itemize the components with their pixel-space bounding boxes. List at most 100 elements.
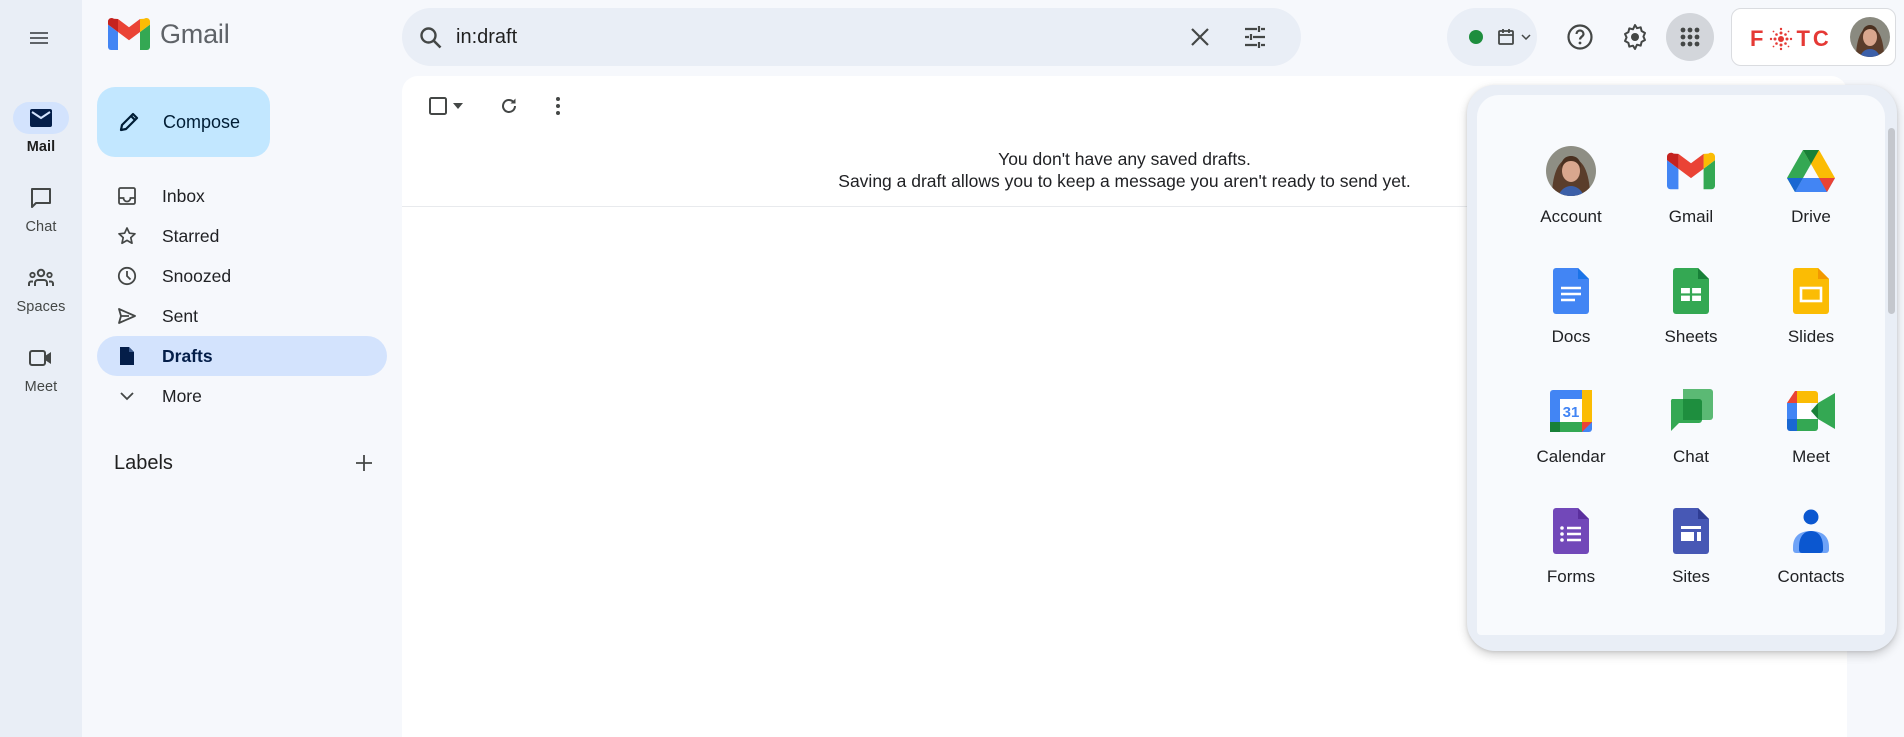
gmail-m-icon — [108, 18, 150, 50]
account-switcher[interactable]: F TC — [1731, 8, 1896, 66]
app-rail: Mail Chat Spaces Meet — [0, 0, 82, 737]
rail-item-chat[interactable]: Chat — [0, 182, 82, 235]
app-drive[interactable]: Drive — [1756, 145, 1866, 245]
help-icon — [1567, 24, 1593, 50]
launcher-grid: Account Gmail Drive Docs Sheets Slides 3… — [1477, 95, 1885, 635]
chevron-down-icon — [1521, 34, 1531, 40]
rail-label: Meet — [24, 379, 58, 395]
mail-icon — [30, 109, 52, 127]
refresh-button[interactable] — [491, 88, 527, 124]
more-vert-icon — [556, 97, 560, 115]
contacts-icon — [1793, 509, 1829, 553]
caret-down-icon — [453, 103, 463, 109]
meet-icon — [29, 350, 51, 366]
inbox-icon — [118, 187, 136, 205]
filter-tune-icon[interactable] — [1242, 24, 1268, 50]
status-dot-icon — [1469, 30, 1483, 44]
meet-app-icon — [1787, 391, 1835, 431]
nav-item-more[interactable]: More — [97, 376, 387, 416]
app-label: Meet — [1792, 447, 1830, 466]
select-dropdown-button[interactable] — [446, 88, 470, 124]
drive-icon — [1787, 150, 1835, 192]
forms-icon — [1553, 508, 1589, 554]
clock-icon — [117, 266, 137, 286]
rail-label: Chat — [25, 219, 57, 235]
google-apps-launcher: Account Gmail Drive Docs Sheets Slides 3… — [1467, 85, 1897, 651]
plus-icon — [356, 455, 372, 471]
org-logo-text-left: F — [1750, 26, 1767, 51]
nav-label: Drafts — [162, 345, 213, 366]
rail-label: Mail — [26, 139, 56, 155]
user-avatar-icon — [1850, 17, 1890, 57]
app-chat[interactable]: Chat — [1636, 385, 1746, 485]
org-logo-text-right: TC — [1796, 26, 1832, 51]
draft-icon — [120, 347, 134, 365]
apps-grid-icon — [1680, 27, 1700, 47]
chevron-down-icon — [120, 392, 134, 401]
slides-icon — [1793, 268, 1829, 314]
labels-heading: Labels — [114, 452, 173, 474]
nav-label: Inbox — [162, 185, 205, 206]
rail-item-spaces[interactable]: Spaces — [0, 262, 82, 315]
status-pill[interactable] — [1447, 8, 1537, 66]
org-logo: F TC — [1750, 26, 1832, 52]
app-label: Slides — [1787, 327, 1835, 346]
app-label: Sheets — [1664, 327, 1718, 346]
avatar[interactable] — [1850, 17, 1890, 57]
org-logo-dots-icon — [1770, 27, 1793, 51]
help-button[interactable] — [1556, 13, 1604, 61]
app-name: Gmail — [160, 18, 230, 49]
app-forms[interactable]: Forms — [1516, 505, 1626, 605]
app-calendar[interactable]: 31 Calendar — [1516, 385, 1626, 485]
compose-label: Compose — [163, 111, 241, 132]
search-bar — [402, 8, 1301, 66]
app-label: Gmail — [1668, 207, 1714, 226]
gmail-logo[interactable]: Gmail — [108, 18, 230, 50]
chat-icon — [31, 188, 51, 208]
nav-item-inbox[interactable]: Inbox — [97, 176, 387, 216]
create-label-button[interactable] — [352, 451, 376, 475]
calendar-icon — [1498, 29, 1514, 45]
app-label: Sites — [1672, 567, 1710, 586]
more-options-button[interactable] — [540, 88, 576, 124]
app-meet[interactable]: Meet — [1756, 385, 1866, 485]
nav-item-drafts[interactable]: Drafts — [97, 336, 387, 376]
app-label: Forms — [1546, 567, 1596, 586]
nav-label: More — [162, 385, 202, 406]
sites-icon — [1673, 508, 1709, 554]
nav-label: Snoozed — [162, 265, 232, 286]
app-gmail[interactable]: Gmail — [1636, 145, 1746, 245]
menu-icon — [30, 32, 48, 44]
launcher-scrollbar[interactable] — [1888, 128, 1895, 314]
rail-item-mail[interactable]: Mail — [0, 102, 82, 155]
calendar-badge: 31 — [1563, 404, 1580, 421]
refresh-icon — [502, 98, 516, 113]
nav-item-sent[interactable]: Sent — [97, 296, 387, 336]
google-apps-button[interactable] — [1666, 13, 1714, 61]
calendar-app-icon: 31 — [1550, 390, 1592, 432]
search-icon[interactable] — [418, 25, 444, 51]
app-account[interactable]: Account — [1516, 145, 1626, 245]
compose-button[interactable]: Compose — [97, 87, 270, 157]
main-menu-button[interactable] — [19, 18, 59, 58]
app-slides[interactable]: Slides — [1756, 265, 1866, 365]
nav-item-snoozed[interactable]: Snoozed — [97, 256, 387, 296]
close-icon[interactable] — [1187, 24, 1213, 50]
send-icon — [118, 308, 136, 324]
rail-item-meet[interactable]: Meet — [0, 342, 82, 395]
app-sites[interactable]: Sites — [1636, 505, 1746, 605]
app-contacts[interactable]: Contacts — [1756, 505, 1866, 605]
nav-label: Starred — [162, 225, 220, 246]
app-label: Drive — [1791, 207, 1831, 226]
nav-label: Sent — [162, 305, 198, 326]
search-input[interactable] — [456, 20, 1156, 54]
app-label: Chat — [1673, 447, 1709, 466]
settings-icon — [1624, 24, 1646, 50]
gmail-icon — [1667, 152, 1715, 190]
pencil-icon — [119, 112, 139, 132]
settings-button[interactable] — [1611, 13, 1659, 61]
app-sheets[interactable]: Sheets — [1636, 265, 1746, 365]
star-icon — [118, 227, 136, 245]
app-docs[interactable]: Docs — [1516, 265, 1626, 365]
nav-item-starred[interactable]: Starred — [97, 216, 387, 256]
